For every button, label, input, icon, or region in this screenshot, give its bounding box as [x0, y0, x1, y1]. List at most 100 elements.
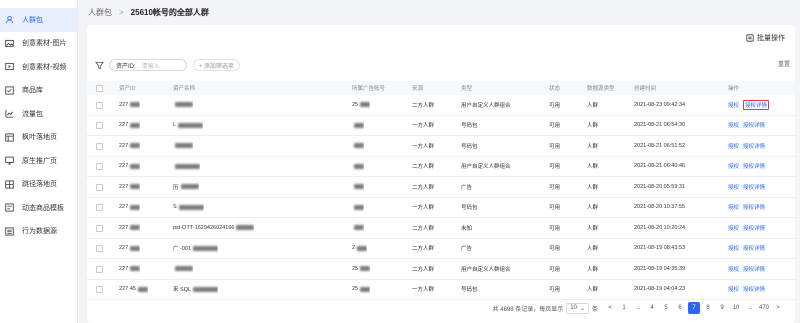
- cell-text: 2021-08-21 06:54:30: [634, 122, 686, 129]
- cell-text: 号码包: [461, 123, 478, 130]
- cell-text: 2021-08-20 10:20:24: [634, 224, 686, 231]
- row-checkbox[interactable]: [96, 265, 103, 273]
- row-checkbox[interactable]: [96, 286, 103, 293]
- sidebar-item-5[interactable]: 枫叶落地页: [0, 126, 77, 150]
- sidebar-item-1[interactable]: 创意素材-图片: [0, 32, 77, 56]
- auth-link[interactable]: 授权: [728, 121, 739, 129]
- asset-id-filter-input[interactable]: 请输入: [142, 61, 180, 70]
- redacted-block: [130, 122, 141, 128]
- row-checkbox[interactable]: [96, 183, 103, 191]
- redacted-block: [175, 163, 200, 169]
- sidebar-item-9[interactable]: 行为数据源: [0, 220, 77, 244]
- row-checkbox[interactable]: [96, 224, 103, 232]
- auth-detail-link[interactable]: 授权详情: [743, 183, 765, 191]
- auth-detail-link[interactable]: 授权详情: [743, 99, 770, 110]
- page-button[interactable]: 9: [716, 302, 728, 314]
- row-checkbox[interactable]: [96, 122, 103, 129]
- page-button[interactable]: 4: [646, 302, 658, 314]
- cell-text: 227: [119, 142, 129, 149]
- auth-detail-link[interactable]: 授权详情: [743, 265, 765, 273]
- next-page-button[interactable]: >: [772, 302, 784, 314]
- cell-text: 号码包: [461, 205, 478, 212]
- breadcrumb-parent[interactable]: 人群包: [88, 7, 112, 18]
- page-button[interactable]: 470: [758, 302, 770, 314]
- chevron-down-icon: ⌄: [579, 305, 585, 312]
- auth-detail-link[interactable]: 授权详情: [743, 285, 765, 293]
- filter-icon[interactable]: [95, 61, 104, 70]
- page-title: 25610帐号的全部人群: [130, 8, 209, 17]
- redacted-block: [178, 122, 204, 128]
- row-checkbox[interactable]: [96, 163, 103, 170]
- cell-text: 2: [352, 245, 356, 252]
- select-all-checkbox[interactable]: [96, 84, 103, 92]
- table-cell: 2021-08-20 05:59:31: [634, 177, 685, 197]
- page-button[interactable]: 8: [702, 302, 714, 314]
- redacted-block: [130, 184, 141, 190]
- table-cell: [173, 259, 193, 279]
- auth-link[interactable]: 授权: [728, 285, 739, 293]
- table-cell: 来 SQL: [173, 280, 219, 300]
- cell-text: 2021-08-21 06:40:46: [634, 163, 686, 170]
- table-cell: 二方人群: [412, 218, 434, 238]
- prev-page-button[interactable]: <: [604, 302, 616, 314]
- row-checkbox[interactable]: [96, 245, 103, 252]
- cell-text: 可用: [549, 143, 561, 150]
- sidebar-item-4[interactable]: 流量包: [0, 102, 77, 126]
- column-header: 数据源类型: [587, 86, 615, 92]
- row-checkbox[interactable]: [96, 204, 103, 211]
- sidebar-item-label: 枫叶落地页: [22, 134, 57, 142]
- auth-link[interactable]: 授权: [728, 244, 739, 252]
- table-cell: 2021-08-19 04:04:23: [634, 280, 685, 300]
- cell-text: 人群: [587, 266, 599, 273]
- sidebar-item-6[interactable]: 原生推广页: [0, 149, 77, 173]
- sidebar-item-8[interactable]: 动态商品模板: [0, 196, 77, 220]
- auth-detail-link[interactable]: 授权详情: [743, 121, 765, 129]
- page-button[interactable]: 1: [618, 302, 630, 314]
- row-actions: 授权 授权详情: [728, 136, 769, 156]
- cell-text: 号码包: [461, 143, 478, 150]
- auth-link[interactable]: 授权: [728, 203, 739, 211]
- auth-link[interactable]: 授权: [728, 101, 739, 109]
- bulk-operation-button[interactable]: 批量操作: [746, 33, 785, 43]
- auth-detail-link[interactable]: 授权详情: [743, 224, 765, 232]
- cell-text: 用户自定义人群组合: [461, 164, 511, 171]
- sidebar-item-7[interactable]: 跳径落地页: [0, 173, 77, 197]
- redacted-block: [354, 122, 364, 128]
- sidebar-item-3[interactable]: 商品库: [0, 79, 77, 103]
- row-actions: 授权 授权详情: [728, 280, 769, 300]
- page-button[interactable]: 6: [674, 302, 686, 314]
- cell-text: 227: [119, 163, 129, 170]
- cell-text: 可用: [549, 164, 561, 171]
- auth-link[interactable]: 授权: [728, 265, 739, 273]
- table-cell: [352, 136, 364, 156]
- row-checkbox[interactable]: [96, 142, 103, 150]
- auth-link[interactable]: 授权: [728, 142, 739, 150]
- row-actions: 授权 授权详情: [728, 116, 769, 136]
- page-button[interactable]: 10: [730, 302, 742, 314]
- table-cell: 号码包: [461, 136, 478, 156]
- auth-link[interactable]: 授权: [728, 224, 739, 232]
- row-actions: 授权 授权详情: [728, 259, 769, 279]
- page-size-select[interactable]: 10 ⌄: [566, 302, 589, 314]
- sidebar-item-0[interactable]: 人群包: [0, 8, 77, 32]
- auth-detail-link[interactable]: 授权详情: [743, 142, 765, 150]
- row-checkbox[interactable]: [96, 101, 103, 109]
- table-row: 227 一方人群 号码包 可用 人群 2021-08-21 06:51:52 授权 授权详情: [87, 136, 795, 157]
- reset-button[interactable]: 重置: [778, 59, 790, 68]
- auth-detail-link[interactable]: 授权详情: [743, 244, 765, 252]
- auth-detail-link[interactable]: 授权详情: [743, 162, 765, 170]
- page-button[interactable]: 5: [660, 302, 672, 314]
- cell-text: 2021-08-19 04:04:23: [634, 286, 686, 293]
- cell-text: 二方人群: [412, 184, 435, 191]
- page-button[interactable]: 7: [688, 302, 700, 314]
- auth-link[interactable]: 授权: [728, 162, 739, 170]
- auth-detail-link[interactable]: 授权详情: [743, 203, 765, 211]
- cell-text: L: [173, 122, 177, 129]
- asset-id-filter[interactable]: 资产ID: 请输入: [109, 59, 187, 71]
- redacted-block: [354, 225, 364, 231]
- auth-link[interactable]: 授权: [728, 183, 739, 191]
- sidebar-item-2[interactable]: 创意素材-视频: [0, 55, 77, 79]
- cell-text: 号码包: [461, 287, 478, 294]
- add-filter-button[interactable]: + 添加筛选项: [192, 59, 240, 71]
- table-cell: [352, 177, 364, 197]
